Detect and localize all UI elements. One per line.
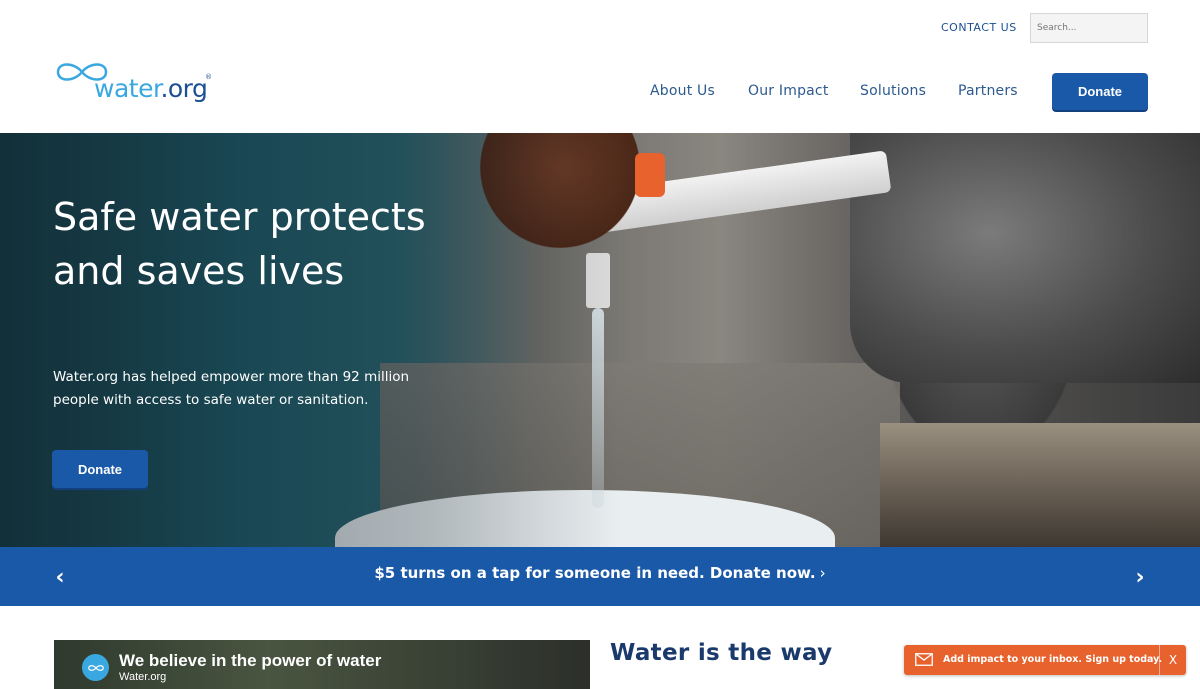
nav-solutions[interactable]: Solutions bbox=[860, 83, 926, 99]
nav-our-impact[interactable]: Our Impact bbox=[748, 83, 829, 99]
banner-message: $5 turns on a tap for someone in need. D… bbox=[374, 564, 816, 582]
donate-banner: ‹ $5 turns on a tap for someone in need.… bbox=[0, 547, 1200, 606]
banner-message-link[interactable]: $5 turns on a tap for someone in need. D… bbox=[0, 564, 1200, 582]
hero-donate-button[interactable]: Donate bbox=[52, 450, 148, 488]
logo-word-water: water bbox=[94, 74, 161, 103]
section-heading: Water is the way bbox=[610, 640, 833, 666]
logo-wordmark: water.org bbox=[94, 74, 208, 103]
signup-text: Add impact to your inbox. Sign up today. bbox=[943, 654, 1163, 665]
video-channel-name[interactable]: Water.org bbox=[119, 671, 166, 683]
envelope-icon bbox=[915, 653, 933, 666]
header-donate-button[interactable]: Donate bbox=[1052, 73, 1148, 110]
hero-section: Safe water protects and saves lives Wate… bbox=[0, 133, 1200, 547]
registered-mark: ® bbox=[205, 73, 212, 81]
banner-next-arrow-icon[interactable]: › bbox=[1128, 565, 1152, 590]
logo-word-org: .org bbox=[160, 74, 208, 103]
hero-subtitle: Water.org has helped empower more than 9… bbox=[53, 369, 410, 408]
video-embed[interactable]: We believe in the power of water Water.o… bbox=[54, 640, 590, 689]
water-org-logo[interactable]: water.org ® bbox=[52, 57, 222, 111]
contact-us-link[interactable]: CONTACT US bbox=[941, 21, 1017, 34]
search-input[interactable] bbox=[1030, 13, 1148, 43]
hero-water-tank-image bbox=[850, 133, 1200, 383]
nav-partners[interactable]: Partners bbox=[958, 83, 1018, 99]
video-title[interactable]: We believe in the power of water bbox=[119, 651, 381, 671]
nav-about-us[interactable]: About Us bbox=[650, 83, 715, 99]
signup-close-button[interactable]: X bbox=[1159, 645, 1186, 675]
hero-title: Safe water protects and saves lives bbox=[53, 195, 426, 293]
hero-valve-image bbox=[635, 153, 665, 197]
hero-stones-image bbox=[880, 423, 1200, 547]
newsletter-signup-bar[interactable]: Add impact to your inbox. Sign up today. bbox=[904, 645, 1186, 675]
chevron-right-icon: › bbox=[819, 564, 826, 582]
channel-avatar-icon[interactable] bbox=[82, 654, 109, 681]
site-header: CONTACT US water.org ® About Us Our Impa… bbox=[0, 0, 1200, 133]
infinity-logo-icon bbox=[87, 664, 104, 671]
